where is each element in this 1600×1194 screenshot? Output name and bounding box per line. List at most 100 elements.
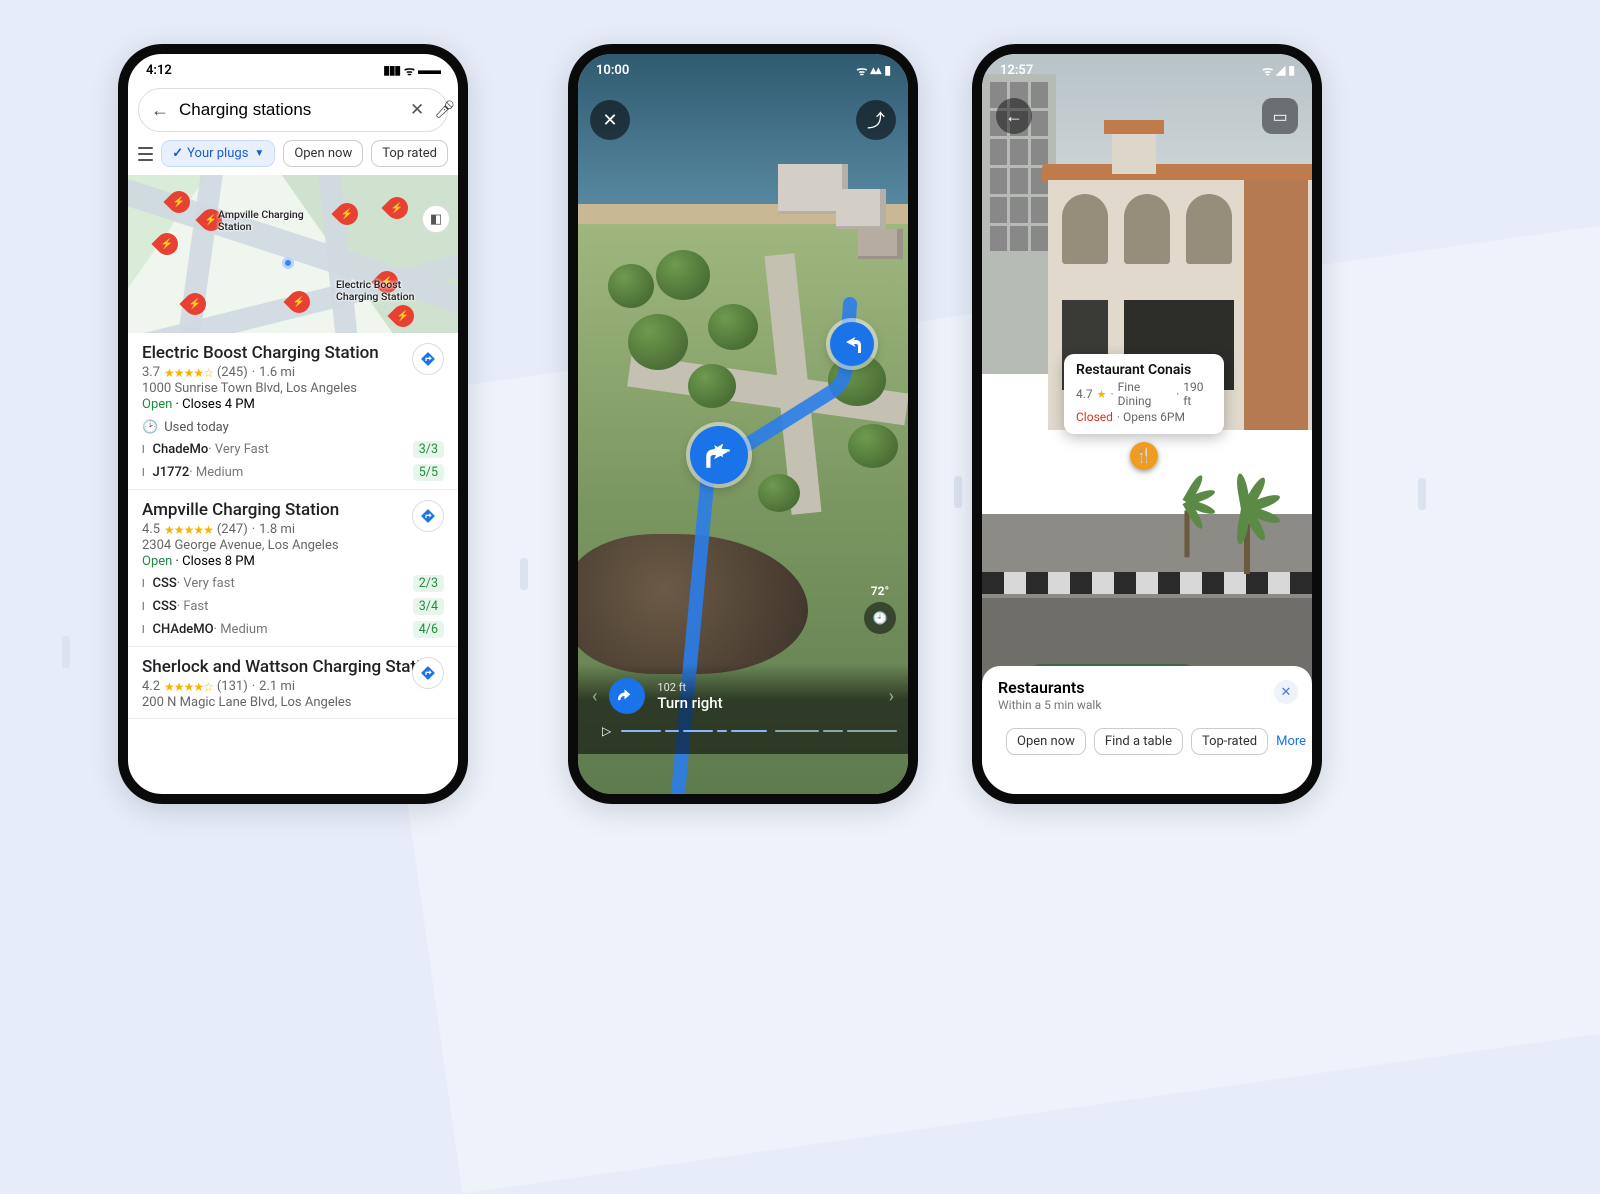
station-name: Sherlock and Wattson Charging Station <box>142 657 444 677</box>
weather-widget[interactable]: 72° 🕘 <box>864 584 896 634</box>
directions-icon <box>420 351 436 367</box>
station-result[interactable]: Sherlock and Wattson Charging Station 4.… <box>128 647 458 719</box>
map-label-ampville: Ampville Charging Station <box>218 209 304 232</box>
chip-find-table[interactable]: Find a table <box>1094 728 1183 755</box>
play-icon[interactable]: ▷ <box>602 724 611 738</box>
back-button[interactable]: ← <box>996 98 1032 134</box>
bolt-icon: ⧘ <box>142 622 145 637</box>
availability-badge: 3/3 <box>413 441 444 458</box>
nav-instruction: Turn right <box>657 694 722 712</box>
share-icon: ⤴ <box>867 107 885 133</box>
station-hours: Open · Closes 4 PM <box>142 397 444 412</box>
sheet-close-button[interactable]: ✕ <box>1274 680 1298 704</box>
station-result[interactable]: Ampville Charging Station 4.5 ★★★★★ (247… <box>128 490 458 647</box>
clock-icon: 🕘 <box>873 611 888 625</box>
bolt-icon: ⧘ <box>142 442 145 457</box>
close-button[interactable]: ✕ <box>590 100 630 140</box>
mic-icon[interactable]: 🎤︎ <box>434 100 456 120</box>
sheet-title: Restaurants <box>998 678 1296 697</box>
map-view[interactable]: Ampville Charging Station Electric Boost… <box>128 175 458 333</box>
directions-icon <box>420 508 436 524</box>
feedback-button[interactable]: ▭ <box>1262 98 1298 134</box>
battery-icon: ▮ <box>1288 63 1294 77</box>
bolt-icon: ⧘ <box>142 576 145 591</box>
turn-right-icon <box>609 678 645 714</box>
bolt-icon: ⧘ <box>142 599 145 614</box>
place-info-card[interactable]: Restaurant Conais 4.7 ★ · Fine Dining · … <box>1064 354 1224 434</box>
map-pin-icon[interactable] <box>381 192 412 223</box>
star-icon: ★★★★★ <box>164 523 213 537</box>
place-category: Fine Dining <box>1118 380 1172 408</box>
wifi-icon: ᯤ <box>404 62 414 79</box>
filter-sliders-icon[interactable] <box>138 147 153 161</box>
share-button[interactable]: ⤴ <box>856 100 896 140</box>
more-filters-link[interactable]: More <box>1276 734 1306 749</box>
status-icons: ᯤ ▴▴ ▮ <box>856 62 890 79</box>
restaurant-pin-icon[interactable]: 🍴 <box>1130 442 1158 470</box>
place-rating: 4.7 <box>1076 387 1093 401</box>
map-layers-button[interactable]: ◧ <box>422 205 450 233</box>
chip-top-rated[interactable]: Top-rated <box>1191 728 1268 755</box>
status-bar: 12:57 ᯤ◢▮ <box>982 54 1312 82</box>
review-count: (245) <box>217 365 248 380</box>
wifi-icon: ᯤ <box>1262 62 1272 79</box>
map-pin-icon[interactable] <box>387 300 418 331</box>
signal-icon: ▮▮▮ <box>383 63 400 77</box>
battery-icon: ▬▬ <box>418 63 440 77</box>
temperature-value: 72° <box>864 584 896 598</box>
prev-step-button[interactable]: ‹ <box>592 686 597 707</box>
directions-button[interactable] <box>412 500 444 532</box>
status-bar: 10:00 ᯤ ▴▴ ▮ <box>578 54 908 82</box>
nav-distance: 102 ft <box>657 681 722 694</box>
check-icon: ✓ <box>172 146 183 161</box>
status-time: 4:12 <box>146 63 172 78</box>
wifi-icon: ᯤ <box>856 62 866 79</box>
nav-direction-panel: ‹ 102 ft Turn right › ▷ <box>578 664 908 754</box>
station-address: 1000 Sunrise Town Blvd, Los Angeles <box>142 381 444 396</box>
clear-icon[interactable]: ✕ <box>410 100 424 120</box>
search-bar[interactable]: ← ✕ 🎤︎ <box>138 88 448 132</box>
chat-bubble-icon: ▭ <box>1272 107 1287 126</box>
map-pin-icon[interactable] <box>151 228 182 259</box>
bolt-icon: ⧘ <box>142 465 145 480</box>
time-travel-button[interactable]: 🕘 <box>864 602 896 634</box>
star-icon: ★★★★☆ <box>164 680 213 694</box>
close-icon: ✕ <box>1281 685 1292 700</box>
back-arrow-icon[interactable]: ← <box>151 100 169 121</box>
filter-chips-row: ✓ Your plugs ▼ Open now Top rated <box>128 140 458 175</box>
rating-value: 3.7 <box>142 365 160 380</box>
place-name: Restaurant Conais <box>1076 362 1212 378</box>
directions-button[interactable] <box>412 343 444 375</box>
nav-timeline[interactable]: ▷ <box>592 720 894 738</box>
phone-street-view-search: 12:57 ᯤ◢▮ ← ▭ Restaurant Conais 4.7 ★ · … <box>972 44 1322 804</box>
chip-open-now[interactable]: Open now <box>1006 728 1086 755</box>
place-distance: 190 ft <box>1183 380 1212 408</box>
star-icon: ★ <box>1097 388 1107 401</box>
status-time: 10:00 <box>596 63 629 78</box>
directions-button[interactable] <box>412 657 444 689</box>
back-arrow-icon: ← <box>1005 106 1023 127</box>
my-location-dot-icon <box>282 257 294 269</box>
used-today-label: Used today <box>164 420 229 435</box>
status-icons: ▮▮▮ ᯤ ▬▬ <box>383 62 440 79</box>
map-label-eboost: Electric Boost Charging Station <box>336 279 415 302</box>
place-opens: · Opens 6PM <box>1117 410 1185 424</box>
directions-icon <box>420 665 436 681</box>
distance: 1.6 mi <box>259 365 295 380</box>
availability-badge: 5/5 <box>413 464 444 481</box>
star-icon: ★★★★☆ <box>164 366 213 380</box>
chip-your-plugs[interactable]: ✓ Your plugs ▼ <box>161 140 275 167</box>
bottom-sheet: Restaurants Within a 5 min walk ✕ Open n… <box>982 666 1312 794</box>
status-bar: 4:12 ▮▮▮ ᯤ ▬▬ <box>128 54 458 82</box>
chevron-down-icon: ▼ <box>254 148 264 159</box>
sheet-subtitle: Within a 5 min walk <box>998 698 1296 712</box>
chip-top-rated[interactable]: Top rated <box>371 140 448 167</box>
phone-immersive-nav: 10:00 ᯤ ▴▴ ▮ ✕ ⤴ 72° 🕘 ‹ 102 ft Turn rig… <box>568 44 918 804</box>
search-input[interactable] <box>179 100 400 120</box>
chip-label: Your plugs <box>187 146 248 161</box>
next-step-button[interactable]: › <box>889 686 894 707</box>
station-result[interactable]: Electric Boost Charging Station 3.7 ★★★★… <box>128 333 458 490</box>
clock-icon: 🕑 <box>142 420 158 435</box>
turn-indicator-icon <box>830 322 874 366</box>
chip-open-now[interactable]: Open now <box>283 140 363 167</box>
